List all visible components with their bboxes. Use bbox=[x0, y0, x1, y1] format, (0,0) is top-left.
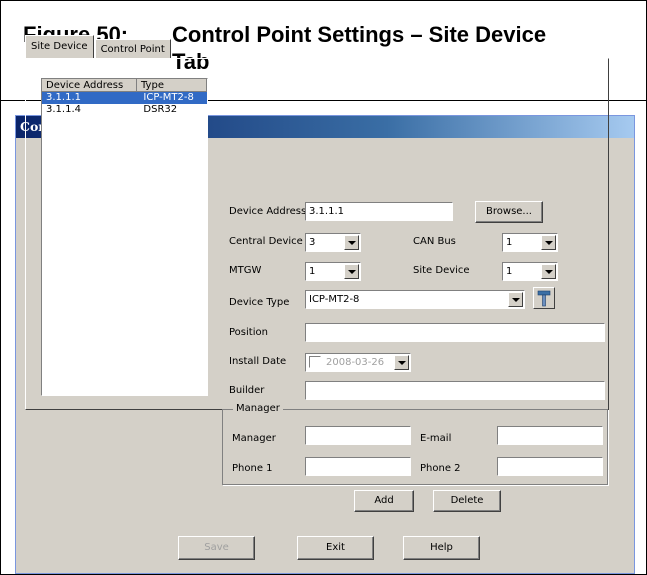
figure-title-line1: Control Point Settings – Site Device bbox=[172, 22, 547, 47]
chevron-down-icon[interactable] bbox=[541, 235, 556, 250]
email-label: E-mail bbox=[420, 433, 452, 444]
browse-button[interactable]: Browse... bbox=[475, 201, 543, 223]
email-input[interactable] bbox=[497, 426, 603, 445]
device-list-header: Device Address Type bbox=[42, 79, 207, 92]
tab-site-device[interactable]: Site Device bbox=[25, 35, 94, 59]
manager-input[interactable] bbox=[305, 426, 411, 445]
can-bus-select[interactable]: 1 bbox=[502, 233, 558, 252]
help-button[interactable]: Help bbox=[403, 536, 480, 560]
manager-group-title: Manager bbox=[233, 403, 283, 414]
device-type-select[interactable]: ICP-MT2-8 bbox=[305, 290, 525, 309]
device-address-cell: 3.1.1.1 bbox=[46, 92, 81, 103]
phone2-input[interactable] bbox=[497, 457, 603, 476]
install-date-value: 2008-03-26 bbox=[326, 357, 385, 368]
phone1-label: Phone 1 bbox=[232, 463, 273, 474]
chevron-down-icon[interactable] bbox=[541, 264, 556, 279]
tab-control-point[interactable]: Control Point bbox=[94, 39, 171, 59]
mtgw-value: 1 bbox=[309, 266, 316, 277]
figure-frame: Figure 50:Control Point Settings – Site … bbox=[0, 0, 647, 575]
central-device-value: 3 bbox=[309, 237, 316, 248]
position-label: Position bbox=[229, 327, 268, 338]
central-device-select[interactable]: 3 bbox=[305, 233, 361, 252]
tab-strip: Site Device Control Point bbox=[25, 35, 172, 59]
chevron-down-icon[interactable] bbox=[508, 292, 523, 307]
delete-button[interactable]: Delete bbox=[433, 490, 501, 512]
can-bus-label: CAN Bus bbox=[413, 236, 456, 247]
chevron-down-icon[interactable] bbox=[344, 235, 359, 250]
device-type-label: Device Type bbox=[229, 297, 290, 308]
site-device-select[interactable]: 1 bbox=[502, 262, 558, 281]
device-type-value: ICP-MT2-8 bbox=[309, 294, 360, 305]
can-bus-value: 1 bbox=[506, 237, 513, 248]
chevron-down-icon[interactable] bbox=[344, 264, 359, 279]
phone2-label: Phone 2 bbox=[420, 463, 461, 474]
device-list[interactable]: Device Address Type 3.1.1.1 ICP-MT2-8 3.… bbox=[41, 78, 208, 396]
mtgw-select[interactable]: 1 bbox=[305, 262, 361, 281]
install-date-picker[interactable]: 2008-03-26 bbox=[305, 353, 411, 372]
install-date-label: Install Date bbox=[229, 356, 287, 367]
column-type[interactable]: Type bbox=[137, 79, 207, 92]
exit-button[interactable]: Exit bbox=[297, 536, 374, 560]
column-device-address[interactable]: Device Address bbox=[42, 79, 137, 92]
position-input[interactable] bbox=[305, 323, 605, 342]
add-button[interactable]: Add bbox=[354, 490, 414, 512]
device-type-cell: DSR32 bbox=[143, 104, 178, 115]
hammer-icon[interactable] bbox=[533, 287, 555, 309]
hammer-icon-graphic bbox=[537, 290, 551, 307]
manager-label: Manager bbox=[232, 433, 276, 444]
chevron-down-icon[interactable] bbox=[394, 355, 409, 370]
list-item[interactable]: 3.1.1.1 ICP-MT2-8 bbox=[42, 92, 207, 104]
site-device-value: 1 bbox=[506, 266, 513, 277]
central-device-label: Central Device bbox=[229, 236, 303, 247]
device-address-label: Device Address bbox=[229, 206, 307, 217]
device-address-cell: 3.1.1.4 bbox=[46, 104, 81, 115]
list-item[interactable]: 3.1.1.4 DSR32 bbox=[42, 104, 207, 116]
device-address-input[interactable]: 3.1.1.1 bbox=[305, 202, 453, 221]
mtgw-label: MTGW bbox=[229, 265, 262, 276]
phone1-input[interactable] bbox=[305, 457, 411, 476]
builder-label: Builder bbox=[229, 385, 265, 396]
builder-input[interactable] bbox=[305, 381, 605, 400]
save-button[interactable]: Save bbox=[178, 536, 255, 560]
site-device-label: Site Device bbox=[413, 265, 470, 276]
device-type-cell: ICP-MT2-8 bbox=[143, 92, 194, 103]
install-date-checkbox[interactable] bbox=[309, 356, 321, 368]
